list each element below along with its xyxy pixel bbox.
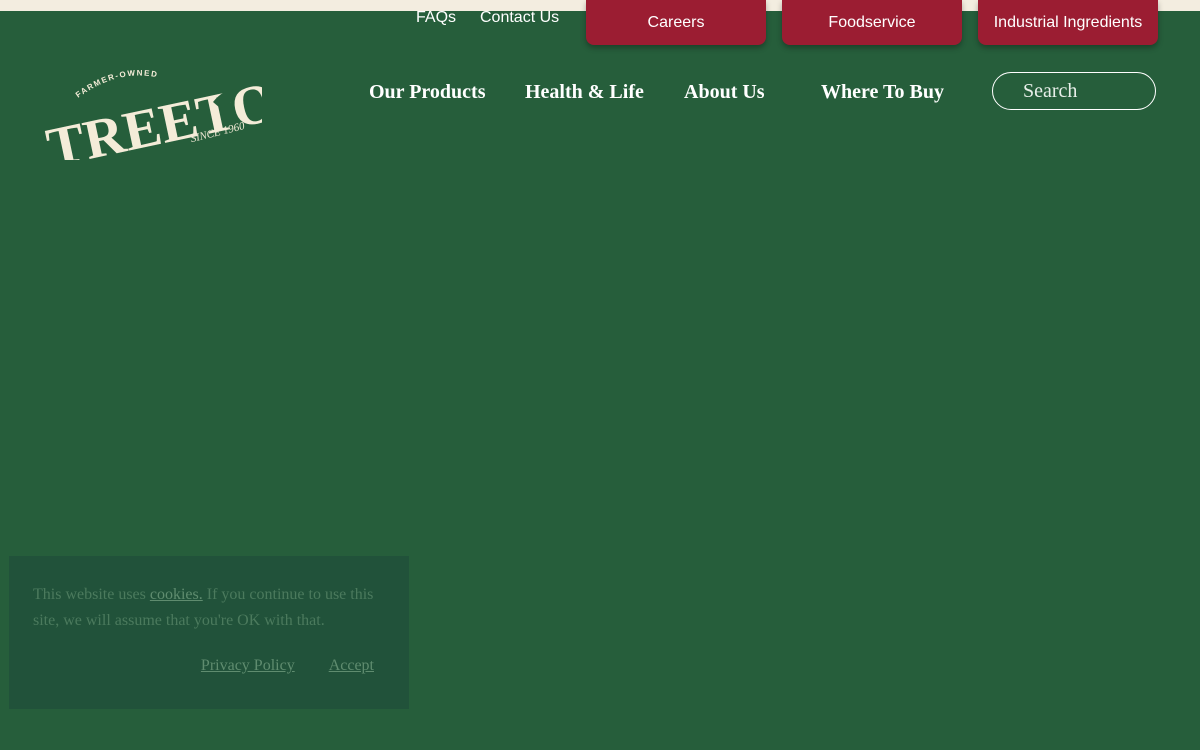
search-input[interactable] — [1023, 79, 1143, 103]
privacy-policy-link[interactable]: Privacy Policy — [201, 654, 295, 678]
contact-us-link[interactable]: Contact Us — [480, 8, 559, 28]
cookie-message: This website uses cookies. If you contin… — [33, 582, 375, 634]
nav-health-life[interactable]: Health & Life — [525, 80, 644, 104]
industrial-ingredients-tab[interactable]: Industrial Ingredients — [978, 0, 1158, 45]
faqs-link[interactable]: FAQs — [416, 8, 456, 28]
nav-our-products[interactable]: Our Products — [369, 80, 486, 104]
foodservice-tab[interactable]: Foodservice — [782, 0, 962, 45]
svg-text:FARMER-OWNED: FARMER-OWNED — [74, 68, 159, 99]
accept-button[interactable]: Accept — [329, 654, 374, 678]
logo-graphic: FARMER-OWNED TREETOP SINCE 1960 — [41, 64, 315, 180]
nav-where-to-buy[interactable]: Where To Buy — [821, 80, 944, 104]
cookie-actions: Privacy Policy Accept — [201, 654, 374, 678]
nav-about-us[interactable]: About Us — [684, 80, 765, 104]
search-box[interactable] — [992, 72, 1156, 110]
treetop-logo[interactable]: FARMER-OWNED TREETOP SINCE 1960 — [38, 60, 315, 180]
careers-tab[interactable]: Careers — [586, 0, 766, 45]
cookie-banner: This website uses cookies. If you contin… — [9, 556, 409, 709]
cookies-link[interactable]: cookies. — [150, 586, 203, 603]
logo-tagline-top: FARMER-OWNED — [74, 68, 158, 99]
cookie-text-before: This website uses — [33, 586, 150, 603]
